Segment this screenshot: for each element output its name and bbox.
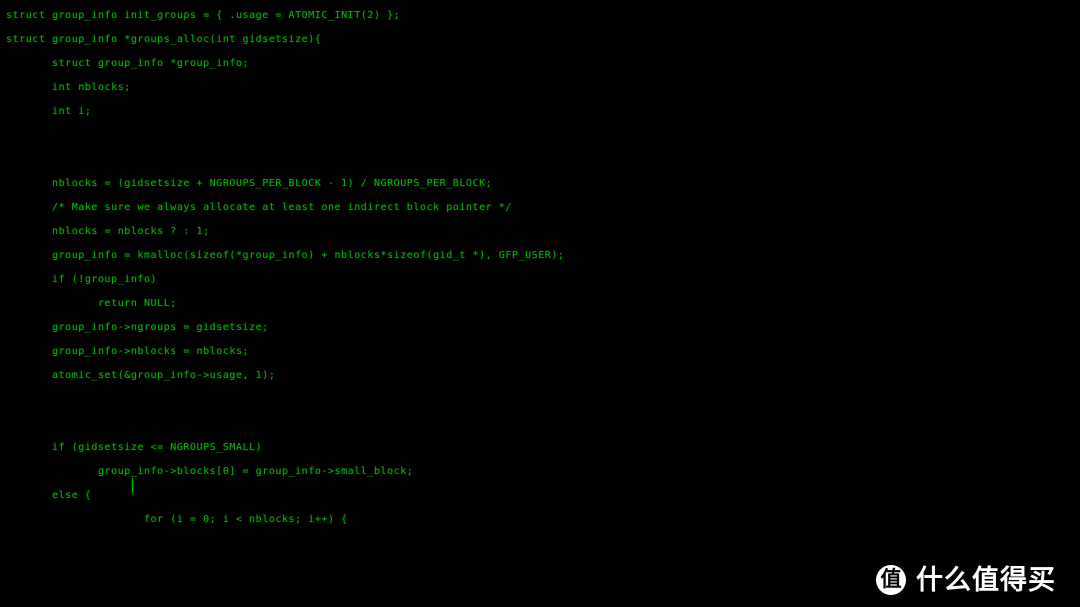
code-line[interactable]: /* Make sure we always allocate at least… — [6, 196, 1080, 220]
code-line[interactable] — [6, 412, 1080, 436]
code-line[interactable]: atomic_set(&group_info->usage, 1); — [6, 364, 1080, 388]
code-line[interactable]: nblocks = nblocks ? : 1; — [6, 220, 1080, 244]
code-line[interactable]: if (gidsetsize <= NGROUPS_SMALL) — [6, 436, 1080, 460]
text-cursor — [132, 478, 133, 493]
code-line[interactable]: struct group_info *groups_alloc(int gids… — [6, 28, 1080, 52]
code-line[interactable]: group_info = kmalloc(sizeof(*group_info)… — [6, 244, 1080, 268]
code-line[interactable] — [6, 388, 1080, 412]
code-line[interactable]: struct group_info init_groups = { .usage… — [6, 4, 1080, 28]
code-editor-area[interactable]: struct group_info init_groups = { .usage… — [0, 0, 1080, 540]
code-line[interactable] — [6, 148, 1080, 172]
code-line[interactable]: if (!group_info) — [6, 268, 1080, 292]
code-line[interactable] — [6, 124, 1080, 148]
watermark: 值 什么值得买 — [876, 565, 1056, 595]
code-line[interactable]: for (i = 0; i < nblocks; i++) { — [6, 508, 1080, 532]
code-line[interactable]: group_info->nblocks = nblocks; — [6, 340, 1080, 364]
code-line[interactable]: else { — [6, 484, 1080, 508]
smzdm-logo-icon: 值 — [876, 565, 906, 595]
code-line[interactable]: group_info->ngroups = gidsetsize; — [6, 316, 1080, 340]
watermark-label: 什么值得买 — [916, 564, 1056, 596]
code-line[interactable]: group_info->blocks[0] = group_info->smal… — [6, 460, 1080, 484]
code-line[interactable]: int i; — [6, 100, 1080, 124]
code-line[interactable] — [6, 532, 1080, 556]
terminal-screen: struct group_info init_groups = { .usage… — [0, 0, 1080, 607]
code-line[interactable]: return NULL; — [6, 292, 1080, 316]
code-line[interactable]: nblocks = (gidsetsize + NGROUPS_PER_BLOC… — [6, 172, 1080, 196]
code-line[interactable]: struct group_info *group_info; — [6, 52, 1080, 76]
code-line[interactable]: int nblocks; — [6, 76, 1080, 100]
